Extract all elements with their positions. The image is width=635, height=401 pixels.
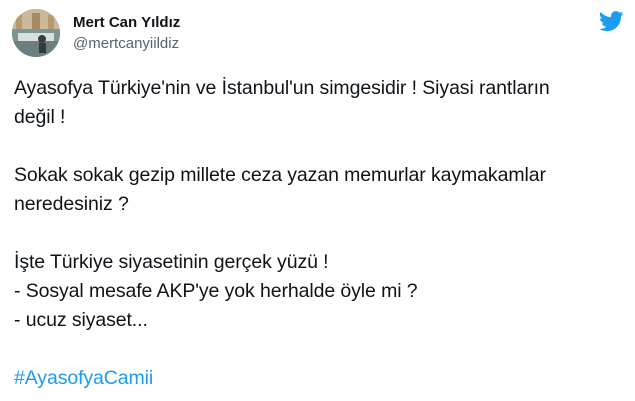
- tweet-line: Ayasofya Türkiye'nin ve İstanbul'un simg…: [14, 77, 550, 99]
- tweet-line: değil !: [14, 106, 66, 128]
- tweet-line: İşte Türkiye siyasetinin gerçek yüzü !: [14, 251, 329, 273]
- avatar[interactable]: [12, 9, 60, 57]
- profile-photo-icon: [12, 9, 60, 57]
- tweet-text: Ayasofya Türkiye'nin ve İstanbul'un simg…: [14, 74, 624, 393]
- display-name[interactable]: Mert Can Yıldız: [73, 14, 180, 31]
- tweet-line: - ucuz siyaset...: [14, 309, 148, 331]
- tweet-line: - Sosyal mesafe AKP'ye yok herhalde öyle…: [14, 280, 418, 302]
- tweet-card: Mert Can Yıldız @mertcanyiildiz Ayasofya…: [0, 0, 635, 401]
- hashtag-link[interactable]: #AyasofyaCamii: [14, 364, 624, 393]
- tweet-line: neredesiniz ?: [14, 193, 129, 215]
- user-handle[interactable]: @mertcanyiildiz: [73, 35, 179, 52]
- tweet-line: Sokak sokak gezip millete ceza yazan mem…: [14, 164, 546, 186]
- twitter-bird-icon[interactable]: [599, 11, 624, 32]
